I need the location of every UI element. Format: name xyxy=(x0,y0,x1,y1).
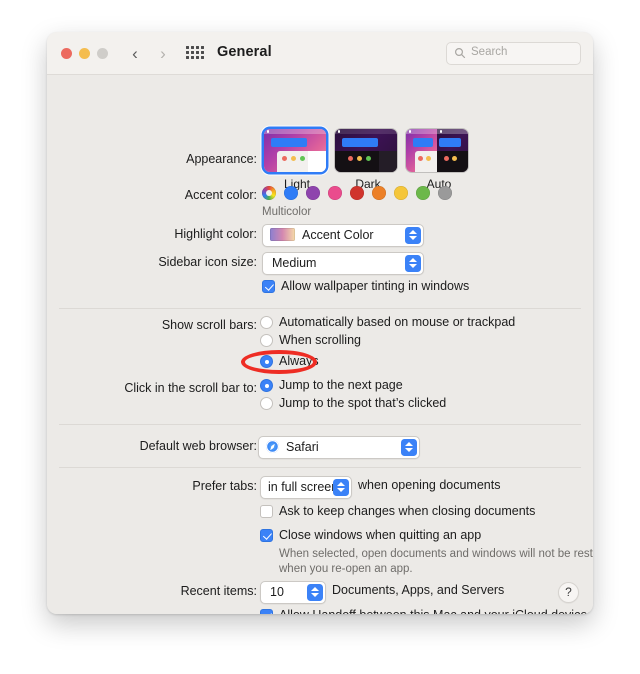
search-icon xyxy=(454,47,466,59)
highlight-color-select[interactable]: Accent Color xyxy=(262,224,424,247)
highlight-color-value: Accent Color xyxy=(302,228,374,242)
sidebar-icon-size-chevrons-icon[interactable] xyxy=(405,254,421,272)
close-windows-label: Close windows when quitting an app xyxy=(279,528,482,542)
close-windows-help-line1: When selected, open documents and window… xyxy=(279,548,593,560)
prefer-tabs-select[interactable]: in full screen xyxy=(260,476,352,499)
accent-swatch-multicolor[interactable] xyxy=(262,186,276,200)
prefer-tabs-value: in full screen xyxy=(268,480,339,494)
highlight-color-chevrons-icon[interactable] xyxy=(405,226,421,244)
accent-swatch-red[interactable] xyxy=(350,186,364,200)
window-titlebar: ‹ › General Search xyxy=(47,32,593,75)
accent-swatch-graphite[interactable] xyxy=(438,186,452,200)
click-scroll-bar-label: Click in the scroll bar to: xyxy=(124,381,257,395)
scroll-bars-option-when-scrolling-label: When scrolling xyxy=(279,333,361,347)
divider-2 xyxy=(59,424,581,425)
accent-swatch-orange[interactable] xyxy=(372,186,386,200)
prefer-tabs-chevrons-icon[interactable] xyxy=(333,478,349,496)
accent-color-label: Accent color: xyxy=(184,188,257,202)
default-web-browser-select[interactable]: Safari xyxy=(258,436,420,459)
appearance-option-auto[interactable]: Auto xyxy=(406,129,472,191)
divider-3 xyxy=(59,467,581,468)
minimize-button[interactable] xyxy=(79,48,90,59)
default-web-browser-value: Safari xyxy=(286,440,319,454)
system-preferences-window: ‹ › General Search Appearance: Light Dar… xyxy=(47,32,593,614)
close-button[interactable] xyxy=(61,48,72,59)
safari-icon xyxy=(266,440,279,453)
highlight-color-swatch xyxy=(270,228,295,241)
divider-1 xyxy=(59,308,581,309)
handoff-checkbox[interactable] xyxy=(260,609,273,614)
accent-swatch-purple[interactable] xyxy=(306,186,320,200)
scroll-bars-radio-always[interactable] xyxy=(260,355,273,368)
click-scroll-bar-option-next-page-label: Jump to the next page xyxy=(279,378,403,392)
search-placeholder: Search xyxy=(471,46,508,58)
preferences-body: Appearance: Light Dark Auto Accent color… xyxy=(47,75,593,614)
click-scroll-bar-radio-next-page[interactable] xyxy=(260,379,273,392)
accent-swatch-green[interactable] xyxy=(416,186,430,200)
highlight-color-label: Highlight color: xyxy=(174,227,257,241)
prefer-tabs-suffix: when opening documents xyxy=(358,478,501,492)
close-windows-checkbox[interactable] xyxy=(260,529,273,542)
recent-items-stepper-chevrons-icon[interactable] xyxy=(307,583,323,601)
accent-swatch-yellow[interactable] xyxy=(394,186,408,200)
scroll-bars-radio-automatic[interactable] xyxy=(260,316,273,329)
search-input[interactable]: Search xyxy=(446,42,581,65)
ask-keep-changes-label: Ask to keep changes when closing documen… xyxy=(279,504,536,518)
sidebar-icon-size-label: Sidebar icon size: xyxy=(158,255,257,269)
recent-items-suffix: Documents, Apps, and Servers xyxy=(332,583,505,597)
accent-swatch-blue[interactable] xyxy=(284,186,298,200)
appearance-label-dark: Dark xyxy=(355,177,381,191)
page-title: General xyxy=(217,44,272,60)
click-scroll-bar-radio-spot-clicked[interactable] xyxy=(260,397,273,410)
wallpaper-tinting-label: Allow wallpaper tinting in windows xyxy=(281,279,470,293)
help-button[interactable]: ? xyxy=(558,582,579,603)
recent-items-value: 10 xyxy=(270,585,284,599)
appearance-option-light[interactable]: Light xyxy=(264,129,330,191)
scroll-bars-option-automatic-label: Automatically based on mouse or trackpad xyxy=(279,315,516,329)
ask-keep-changes-checkbox[interactable] xyxy=(260,505,273,518)
accent-swatch-pink[interactable] xyxy=(328,186,342,200)
prefer-tabs-label: Prefer tabs: xyxy=(192,479,257,493)
wallpaper-tinting-checkbox[interactable] xyxy=(262,280,275,293)
show-scroll-bars-label: Show scroll bars: xyxy=(161,318,257,332)
appearance-label: Appearance: xyxy=(186,152,257,166)
close-windows-help-line2: when you re-open an app. xyxy=(279,563,413,575)
sidebar-icon-size-select[interactable]: Medium xyxy=(262,252,424,275)
appearance-option-dark[interactable]: Dark xyxy=(335,129,401,191)
accent-color-value: Multicolor xyxy=(262,206,312,218)
back-button[interactable]: ‹ xyxy=(126,44,144,64)
sidebar-icon-size-value: Medium xyxy=(272,256,317,270)
click-scroll-bar-option-spot-clicked-label: Jump to the spot that’s clicked xyxy=(279,396,447,410)
scroll-bars-option-always-label: Always xyxy=(279,354,319,368)
recent-items-label: Recent items: xyxy=(180,584,257,598)
app-grid-icon[interactable] xyxy=(186,46,204,61)
zoom-button[interactable] xyxy=(97,48,108,59)
scroll-bars-radio-when-scrolling[interactable] xyxy=(260,334,273,347)
recent-items-stepper[interactable]: 10 xyxy=(260,581,326,604)
forward-button[interactable]: › xyxy=(154,44,172,64)
default-web-browser-label: Default web browser: xyxy=(139,439,257,453)
default-web-browser-chevrons-icon[interactable] xyxy=(401,438,417,456)
handoff-label: Allow Handoff between this Mac and your … xyxy=(279,608,593,614)
